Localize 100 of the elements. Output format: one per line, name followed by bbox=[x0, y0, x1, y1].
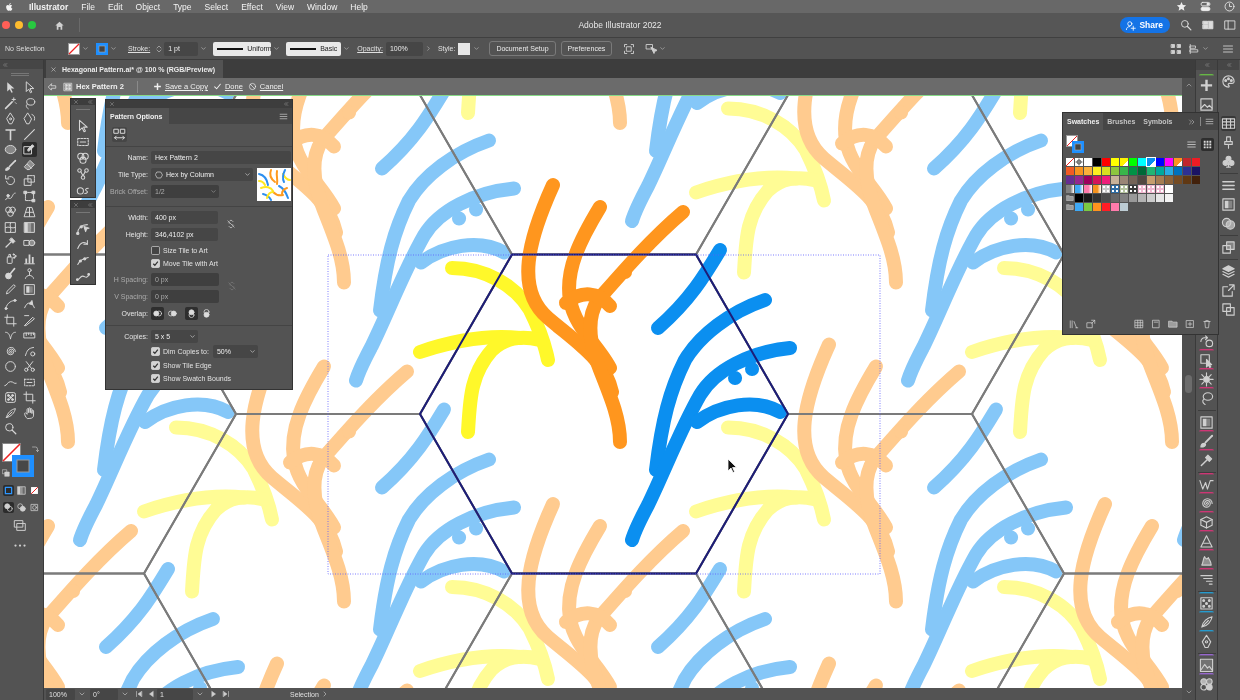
grid-view-icon[interactable] bbox=[1201, 137, 1214, 151]
back-arrow-icon[interactable] bbox=[47, 81, 57, 92]
feather-icon[interactable] bbox=[1199, 611, 1214, 630]
four-circles-icon[interactable] bbox=[1199, 673, 1214, 692]
next-icon[interactable] bbox=[210, 690, 218, 698]
swatch-grid-icon[interactable] bbox=[1221, 116, 1236, 131]
chevron-down-icon[interactable] bbox=[78, 690, 86, 698]
none-mode-icon[interactable] bbox=[29, 484, 40, 496]
registration-swatch[interactable] bbox=[1075, 158, 1083, 166]
eyedropper-icon[interactable] bbox=[3, 235, 18, 250]
rotate-icon[interactable] bbox=[3, 173, 18, 188]
export-arrow-icon[interactable] bbox=[1221, 283, 1236, 298]
dotted-square-icon[interactable] bbox=[1199, 592, 1214, 611]
color-swatch[interactable] bbox=[1129, 167, 1137, 175]
cursor-square-icon[interactable] bbox=[1199, 349, 1214, 368]
zoom-window-icon[interactable] bbox=[28, 21, 36, 29]
color-swatch[interactable] bbox=[1183, 158, 1191, 166]
color-swatch[interactable] bbox=[1174, 167, 1182, 175]
apple-icon[interactable] bbox=[5, 1, 14, 12]
gradient-swatch[interactable] bbox=[1075, 185, 1083, 193]
curved-arrow-icon[interactable] bbox=[76, 238, 90, 252]
gradient-square-icon[interactable] bbox=[1199, 415, 1214, 430]
pen-nib-icon[interactable] bbox=[3, 111, 18, 126]
draw-inside-icon[interactable] bbox=[29, 501, 40, 513]
color-swatch[interactable] bbox=[1165, 176, 1173, 184]
draw-behind-icon[interactable] bbox=[16, 501, 27, 513]
checkbox[interactable] bbox=[151, 374, 160, 383]
color-swatch[interactable] bbox=[1147, 194, 1155, 202]
color-swatch[interactable] bbox=[1066, 176, 1074, 184]
chevron-down-icon[interactable] bbox=[1184, 688, 1193, 696]
default-colors-icon[interactable] bbox=[2, 468, 10, 477]
color-swatch[interactable] bbox=[1075, 176, 1083, 184]
chevron-down-icon[interactable] bbox=[473, 45, 481, 52]
palette-icon[interactable] bbox=[1221, 74, 1236, 89]
minimize-window-icon[interactable] bbox=[15, 21, 23, 29]
spiral-icon[interactable] bbox=[1199, 492, 1214, 511]
crop-marks-icon[interactable] bbox=[22, 390, 37, 405]
four-squares-icon[interactable] bbox=[1170, 42, 1182, 55]
fill-stroke-icon[interactable] bbox=[1066, 135, 1084, 153]
menu-item[interactable]: Window bbox=[307, 1, 338, 12]
dashed-rectangle-icon[interactable] bbox=[76, 135, 90, 149]
color-swatch[interactable] bbox=[1156, 194, 1164, 202]
gradient-swatch[interactable] bbox=[1066, 185, 1074, 193]
chevron-down-icon[interactable] bbox=[273, 45, 281, 52]
color-swatch[interactable] bbox=[1138, 194, 1146, 202]
menu-item[interactable]: Type bbox=[173, 1, 192, 12]
gradient-swatch[interactable] bbox=[1093, 185, 1101, 193]
color-swatch[interactable] bbox=[1111, 158, 1119, 166]
splash-icon[interactable] bbox=[1199, 549, 1214, 568]
artboard-icon[interactable] bbox=[3, 312, 18, 328]
color-swatch[interactable] bbox=[1084, 167, 1092, 175]
pattern-swatch[interactable] bbox=[1138, 185, 1146, 193]
color-swatch[interactable] bbox=[1165, 167, 1173, 175]
color-swatch[interactable] bbox=[1102, 194, 1110, 202]
close-icon[interactable] bbox=[73, 201, 79, 208]
app-menu[interactable]: Illustrator bbox=[29, 1, 69, 12]
blade-icon[interactable] bbox=[22, 312, 37, 328]
chevron-down-icon[interactable] bbox=[121, 690, 129, 698]
menu-item[interactable]: Edit bbox=[107, 1, 123, 12]
mesh-icon[interactable] bbox=[3, 219, 18, 235]
color-swatch[interactable] bbox=[1165, 158, 1173, 166]
lasso-icon[interactable] bbox=[1199, 387, 1214, 406]
circle-icon[interactable] bbox=[3, 359, 18, 374]
color-swatch[interactable] bbox=[1183, 176, 1191, 184]
pattern-swatch[interactable] bbox=[1129, 185, 1137, 193]
spinner-arrows-icon[interactable] bbox=[155, 43, 164, 54]
three-circles-icon[interactable] bbox=[3, 204, 18, 219]
color-swatch[interactable] bbox=[1075, 194, 1083, 202]
three-circles-icon[interactable] bbox=[76, 151, 90, 165]
blob-brush-icon[interactable] bbox=[3, 266, 18, 281]
color-swatch[interactable] bbox=[1093, 194, 1101, 202]
color-swatch[interactable] bbox=[1111, 194, 1119, 202]
curve-points-icon[interactable] bbox=[76, 222, 90, 236]
paintbrush-icon[interactable] bbox=[1199, 430, 1214, 449]
close-icon[interactable] bbox=[109, 101, 115, 107]
color-swatch[interactable] bbox=[1192, 158, 1200, 166]
overlapping-circles-icon[interactable] bbox=[1221, 216, 1236, 231]
grid-square-icon[interactable] bbox=[1134, 319, 1144, 329]
toggle-switches-icon[interactable] bbox=[1200, 1, 1211, 12]
checkbox[interactable] bbox=[151, 246, 160, 255]
wavy-line-icon[interactable] bbox=[76, 270, 90, 284]
color-swatch[interactable] bbox=[1066, 167, 1074, 175]
menu-item[interactable]: View bbox=[275, 1, 295, 12]
color-swatch[interactable] bbox=[1129, 176, 1137, 184]
hollow-arrow-icon[interactable] bbox=[76, 119, 90, 133]
panel-toggle-icon[interactable] bbox=[1224, 19, 1236, 31]
menu-item[interactable]: Help bbox=[350, 1, 368, 12]
trash-icon[interactable] bbox=[1202, 319, 1212, 329]
rect-cursor-icon[interactable] bbox=[645, 42, 658, 55]
square-pencil-icon[interactable] bbox=[22, 142, 37, 157]
corners-square-icon[interactable] bbox=[623, 42, 636, 55]
eraser-icon[interactable] bbox=[22, 157, 37, 173]
gradient-icon[interactable] bbox=[22, 219, 37, 235]
pattern-swatch[interactable] bbox=[1147, 185, 1155, 193]
stroke-color-swatch[interactable] bbox=[12, 454, 34, 477]
gradient-square-icon[interactable] bbox=[22, 281, 37, 297]
chevron-right-icon[interactable] bbox=[424, 45, 432, 52]
gradient-square-icon[interactable] bbox=[1221, 197, 1236, 212]
swap-arrow-icon[interactable] bbox=[31, 444, 39, 453]
folder-icon[interactable] bbox=[1168, 319, 1178, 329]
